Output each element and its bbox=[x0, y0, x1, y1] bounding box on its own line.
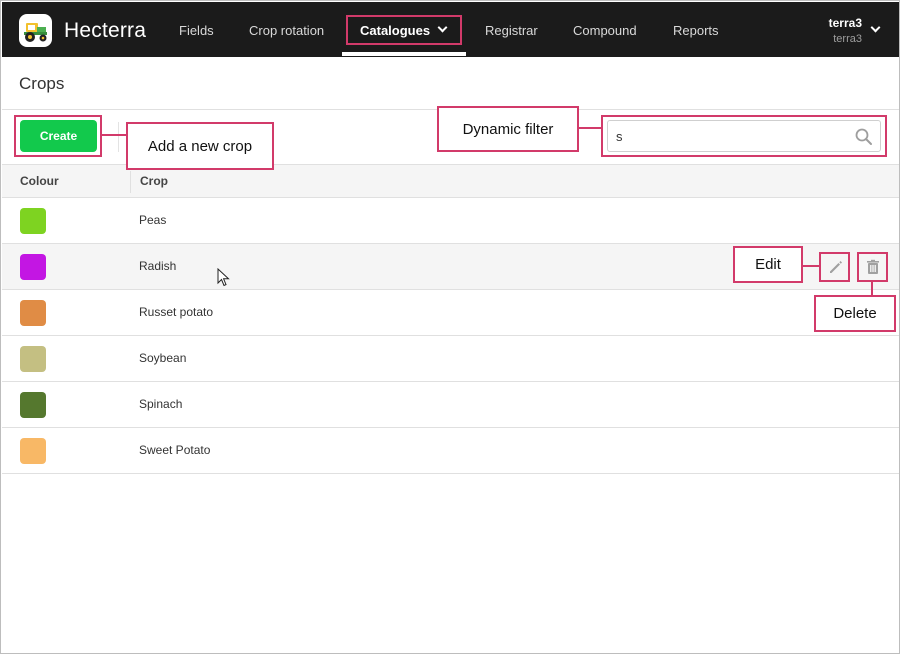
nav-item-reports[interactable]: Reports bbox=[673, 23, 719, 38]
colour-swatch bbox=[20, 208, 46, 234]
crop-name: Soybean bbox=[139, 351, 187, 365]
nav-item-fields[interactable]: Fields bbox=[179, 23, 214, 38]
colour-swatch bbox=[20, 300, 46, 326]
page-title: Crops bbox=[19, 74, 65, 93]
nav-item-compound[interactable]: Compound bbox=[573, 23, 637, 38]
crop-name: Peas bbox=[139, 213, 167, 227]
callout-edit: Edit bbox=[733, 246, 803, 283]
callout-connector bbox=[102, 134, 126, 136]
create-button-highlight bbox=[14, 115, 102, 157]
table-row[interactable]: Peas bbox=[2, 198, 899, 244]
user-name: terra3 bbox=[828, 16, 862, 30]
edit-button-highlight bbox=[819, 252, 850, 282]
colour-swatch bbox=[20, 392, 46, 418]
table-row[interactable]: Sweet Potato bbox=[2, 428, 899, 474]
search-field-highlight bbox=[601, 115, 887, 157]
crop-name: Sweet Potato bbox=[139, 443, 211, 457]
app-window: Hecterra Fields Crop rotation Catalogues… bbox=[0, 0, 900, 654]
table-row[interactable]: Russet potato bbox=[2, 290, 899, 336]
column-header-colour[interactable]: Colour bbox=[20, 174, 59, 188]
callout-connector bbox=[871, 282, 873, 296]
callout-connector bbox=[579, 127, 601, 129]
mouse-cursor-icon bbox=[217, 268, 230, 287]
catalogues-highlight bbox=[346, 15, 462, 45]
delete-button-highlight bbox=[857, 252, 888, 282]
crop-name: Spinach bbox=[139, 397, 183, 411]
colour-swatch bbox=[20, 346, 46, 372]
callout-add-new-crop: Add a new crop bbox=[126, 122, 274, 170]
app-name: Hecterra bbox=[64, 19, 147, 42]
table-row[interactable]: Soybean bbox=[2, 336, 899, 382]
colour-swatch bbox=[20, 254, 46, 280]
toolbar-divider bbox=[118, 122, 119, 152]
colour-swatch bbox=[20, 438, 46, 464]
nav-item-crop-rotation[interactable]: Crop rotation bbox=[249, 23, 324, 38]
crop-name: Radish bbox=[139, 259, 177, 273]
callout-connector bbox=[803, 265, 819, 267]
table-row[interactable]: Spinach bbox=[2, 382, 899, 428]
user-account: terra3 bbox=[833, 33, 862, 45]
user-menu[interactable]: terra3 terra3 bbox=[810, 2, 899, 57]
nav-item-registrar[interactable]: Registrar bbox=[485, 23, 538, 38]
callout-dynamic-filter: Dynamic filter bbox=[437, 106, 579, 152]
tractor-logo-icon[interactable] bbox=[19, 14, 52, 47]
active-tab-indicator bbox=[342, 52, 466, 56]
callout-delete: Delete bbox=[814, 295, 896, 332]
crop-name: Russet potato bbox=[139, 305, 214, 319]
column-divider bbox=[130, 171, 131, 193]
column-header-crop[interactable]: Crop bbox=[140, 174, 168, 188]
chevron-down-icon bbox=[870, 22, 881, 33]
